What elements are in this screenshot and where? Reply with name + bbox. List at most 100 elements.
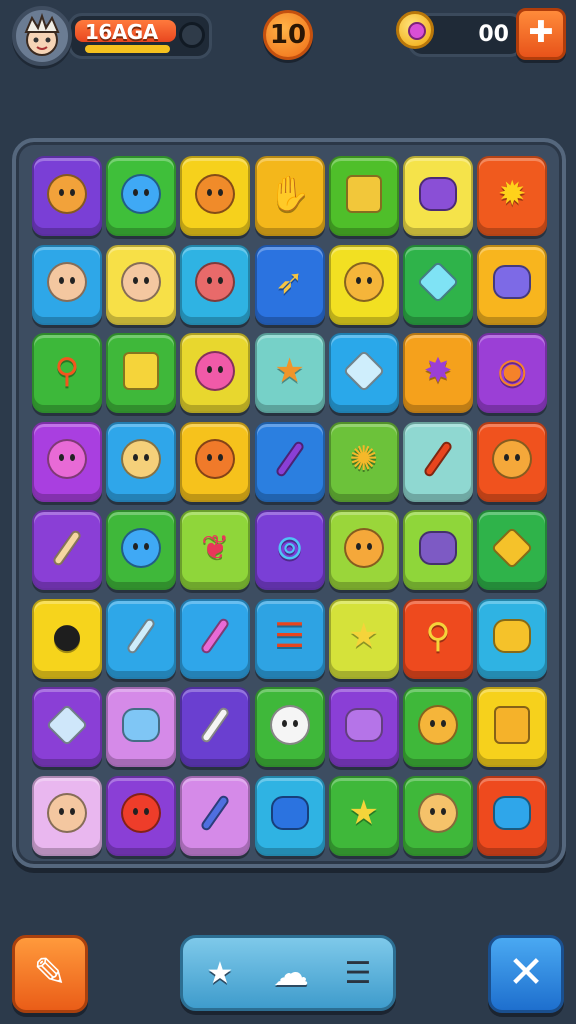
player-bar-knob[interactable] <box>179 22 205 48</box>
tile-stick-icon <box>194 704 236 746</box>
tile-symbol-icon: ◉ <box>491 350 533 392</box>
game-tile[interactable]: ➶ <box>254 244 325 325</box>
tile-piece <box>199 793 231 833</box>
game-tile[interactable] <box>477 244 548 325</box>
tile-diamond-icon <box>342 349 386 392</box>
game-tile[interactable] <box>254 687 325 767</box>
game-tile[interactable] <box>106 421 177 502</box>
game-tile[interactable] <box>180 156 251 236</box>
tile-piece <box>418 704 458 745</box>
game-tile[interactable] <box>180 687 251 767</box>
game-tile[interactable]: ⊚ <box>254 510 325 590</box>
tile-stick-icon <box>46 527 88 569</box>
coin-icon <box>396 11 434 49</box>
game-tile[interactable] <box>403 510 473 590</box>
tile-piece <box>45 703 89 746</box>
tile-piece <box>195 350 236 391</box>
tile-symbol-icon: ★ <box>343 792 385 834</box>
tile-stick-icon <box>417 438 459 480</box>
game-tile[interactable]: ✸ <box>403 333 473 413</box>
game-tile[interactable]: ◉ <box>477 333 548 413</box>
tile-symbol-icon: ➶ <box>269 261 311 303</box>
tile-symbol-icon: ★ <box>269 350 311 392</box>
game-tile[interactable] <box>180 421 251 502</box>
game-tile[interactable] <box>32 156 102 236</box>
tools-button[interactable]: ✕ <box>488 935 564 1013</box>
game-tile[interactable] <box>403 775 473 856</box>
game-tile[interactable] <box>403 421 473 502</box>
tile-piece <box>274 439 306 479</box>
tile-round-square-icon <box>491 792 533 834</box>
game-tile[interactable]: ❦ <box>180 510 251 590</box>
booster-button[interactable]: ✎ <box>12 935 88 1013</box>
game-tile[interactable] <box>32 421 102 502</box>
game-tile[interactable] <box>106 333 177 413</box>
game-tile[interactable]: ⚲ <box>403 598 473 679</box>
tile-symbol-icon: ✋ <box>268 173 310 215</box>
game-tile[interactable] <box>254 421 325 502</box>
tile-piece <box>121 793 162 834</box>
game-tile[interactable] <box>32 510 102 590</box>
tile-piece <box>422 439 454 479</box>
game-tile[interactable] <box>477 775 548 856</box>
game-tile[interactable] <box>180 333 251 413</box>
star-button[interactable]: ★ <box>195 948 245 1000</box>
tile-piece <box>493 619 532 654</box>
game-tile[interactable]: ★ <box>328 598 399 679</box>
game-tile[interactable] <box>254 775 325 856</box>
game-tile[interactable] <box>328 510 399 590</box>
game-tile[interactable]: ● <box>32 598 102 679</box>
game-tile[interactable]: ★ <box>254 333 325 413</box>
game-tile[interactable] <box>180 775 251 856</box>
game-tile[interactable]: ☰ <box>254 598 325 679</box>
game-tile[interactable]: ✹ <box>477 156 548 236</box>
game-tile[interactable] <box>106 775 177 856</box>
game-tile[interactable] <box>477 687 548 767</box>
tile-symbol-icon: ⚲ <box>417 615 459 657</box>
ghost-button[interactable]: ☁ <box>263 948 319 1000</box>
game-tile[interactable] <box>477 510 548 590</box>
tile-round-square-icon <box>417 527 459 569</box>
game-tile[interactable] <box>106 510 177 590</box>
tile-piece: ◉ <box>497 350 528 391</box>
tile-face-icon <box>120 792 162 834</box>
game-tile[interactable] <box>328 333 399 413</box>
game-tile[interactable] <box>403 156 473 236</box>
game-tile[interactable] <box>106 598 177 679</box>
tile-piece: ✺ <box>349 439 379 480</box>
add-coins-button[interactable]: ✚ <box>516 8 566 60</box>
game-tile[interactable] <box>403 687 473 767</box>
game-tile[interactable] <box>106 244 177 325</box>
player-xp-fill <box>85 45 170 53</box>
game-tile[interactable] <box>180 598 251 679</box>
game-tile[interactable]: ✋ <box>254 156 325 236</box>
game-tile[interactable] <box>32 244 102 325</box>
game-tile[interactable]: ★ <box>328 775 399 856</box>
tile-piece <box>345 174 382 213</box>
game-tile[interactable] <box>403 244 473 325</box>
game-tile[interactable] <box>32 775 102 856</box>
tile-piece: ❦ <box>201 527 230 568</box>
level-badge[interactable]: 10 <box>263 10 313 60</box>
game-tile[interactable]: ✺ <box>328 421 399 502</box>
game-tile[interactable] <box>328 244 399 325</box>
game-tile[interactable]: ⚲ <box>32 333 102 413</box>
tile-face-icon <box>46 792 88 834</box>
game-tile[interactable] <box>328 687 399 767</box>
game-tile[interactable] <box>106 687 177 767</box>
game-tile[interactable] <box>32 687 102 767</box>
game-tile[interactable] <box>328 156 399 236</box>
player-avatar[interactable] <box>12 6 72 66</box>
game-tile[interactable] <box>180 244 251 325</box>
coin-count: 00 <box>478 22 509 47</box>
game-tile[interactable] <box>477 598 548 679</box>
tile-piece <box>121 527 162 568</box>
game-tile[interactable] <box>477 421 548 502</box>
tile-face-icon <box>46 173 88 215</box>
tile-piece: ✹ <box>497 173 527 214</box>
menu-button[interactable]: ☰ <box>333 948 383 1000</box>
avatar-face-icon <box>24 12 60 56</box>
game-tile[interactable] <box>106 156 177 236</box>
tile-stick-icon <box>269 438 311 480</box>
game-board: ✋ ✹ ➶ ⚲ ★ ✸ ◉ ✺ ❦ ⊚ ● ☰ ★ ⚲ ★ <box>12 138 566 868</box>
